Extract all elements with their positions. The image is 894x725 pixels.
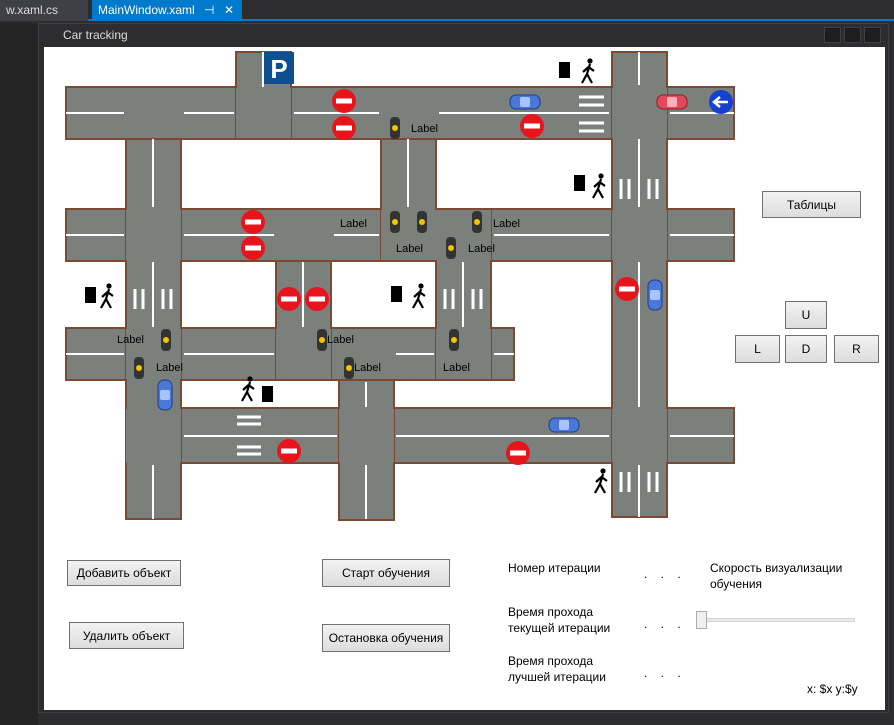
map-label: Label: [493, 218, 520, 230]
no-entry-sign-icon: [332, 116, 356, 140]
no-entry-sign-icon: [277, 439, 301, 463]
map-label: Label: [354, 362, 381, 374]
no-entry-sign-icon: [332, 89, 356, 113]
map-label: Label: [468, 243, 495, 255]
window-client-area: P Label Label Label Label Label Label La…: [44, 47, 885, 710]
no-entry-sign-icon: [506, 441, 530, 465]
up-button[interactable]: U: [785, 301, 827, 329]
parking-letter: P: [270, 54, 287, 84]
direction-arrow-icon: [709, 90, 733, 114]
cursor-coordinates: x: $x y:$y: [807, 682, 858, 696]
traffic-light-icon: [417, 211, 427, 233]
best-time-label-line2: лучшей итерации: [508, 670, 606, 684]
speed-label-line1: Скорость визуализации: [710, 561, 843, 575]
no-entry-sign-icon: [277, 287, 301, 311]
traffic-light-icon: [161, 329, 171, 351]
speed-slider-thumb[interactable]: [696, 611, 707, 629]
map-label: Label: [411, 123, 438, 135]
pin-icon[interactable]: ⊣: [204, 3, 214, 17]
traffic-map[interactable]: P Label Label Label Label Label Label La…: [44, 47, 744, 527]
map-label: Label: [156, 362, 183, 374]
minimize-button[interactable]: [824, 27, 841, 43]
tab-mainwindow-xaml[interactable]: MainWindow.xaml ⊣ ✕: [92, 0, 242, 21]
remove-object-button[interactable]: Удалить объект: [69, 622, 184, 649]
map-label: Label: [327, 334, 354, 346]
traffic-light-icon: [134, 357, 144, 379]
tab-window-xaml-cs[interactable]: w.xaml.cs: [0, 0, 88, 21]
traffic-light-icon: [317, 329, 327, 351]
stop-training-button[interactable]: Остановка обучения: [322, 624, 450, 652]
traffic-light-icon: [390, 117, 400, 139]
no-entry-sign-icon: [520, 114, 544, 138]
traffic-light-icon: [344, 357, 354, 379]
map-label: Label: [117, 334, 144, 346]
tab-label: MainWindow.xaml: [98, 3, 195, 17]
car-blue-icon[interactable]: [647, 279, 663, 311]
iteration-value: . . .: [644, 567, 686, 581]
add-object-button[interactable]: Добавить объект: [67, 560, 181, 586]
map-label: Label: [396, 243, 423, 255]
car-blue-icon[interactable]: [157, 379, 173, 411]
car-blue-icon[interactable]: [548, 417, 580, 433]
no-entry-sign-icon: [305, 287, 329, 311]
current-time-value: . . .: [644, 617, 686, 631]
traffic-light-icon: [472, 211, 482, 233]
window-title: Car tracking: [63, 28, 128, 42]
document-tab-bar: w.xaml.cs MainWindow.xaml ⊣ ✕: [0, 0, 894, 21]
traffic-light-icon: [449, 329, 459, 351]
map-label: Label: [340, 218, 367, 230]
close-window-button[interactable]: [864, 27, 881, 43]
speed-label-line2: обучения: [710, 577, 763, 591]
tables-button[interactable]: Таблицы: [762, 191, 861, 218]
traffic-light-icon: [390, 211, 400, 233]
speed-slider-track[interactable]: [697, 618, 855, 622]
no-entry-sign-icon: [241, 210, 265, 234]
car-red-icon[interactable]: [656, 94, 688, 110]
app-window: Car tracking P Label Label Label Label L…: [38, 23, 889, 713]
current-time-label-line2: текущей итерации: [508, 621, 611, 635]
no-entry-sign-icon: [241, 236, 265, 260]
start-training-button[interactable]: Старт обучения: [322, 559, 450, 587]
tab-label: w.xaml.cs: [6, 3, 59, 17]
no-entry-sign-icon: [615, 277, 639, 301]
car-blue-icon[interactable]: [509, 94, 541, 110]
best-time-value: . . .: [644, 666, 686, 680]
down-button[interactable]: D: [785, 335, 827, 363]
editor-left-panel: [0, 23, 38, 725]
traffic-light-icon: [446, 237, 456, 259]
close-icon[interactable]: ✕: [224, 3, 234, 17]
iteration-number-label: Номер итерации: [508, 561, 601, 575]
map-label: Label: [443, 362, 470, 374]
parking-sign: P: [264, 52, 294, 84]
left-button[interactable]: L: [735, 335, 780, 363]
maximize-button[interactable]: [844, 27, 861, 43]
right-button[interactable]: R: [834, 335, 879, 363]
best-time-label-line1: Время прохода: [508, 654, 594, 668]
current-time-label-line1: Время прохода: [508, 605, 594, 619]
